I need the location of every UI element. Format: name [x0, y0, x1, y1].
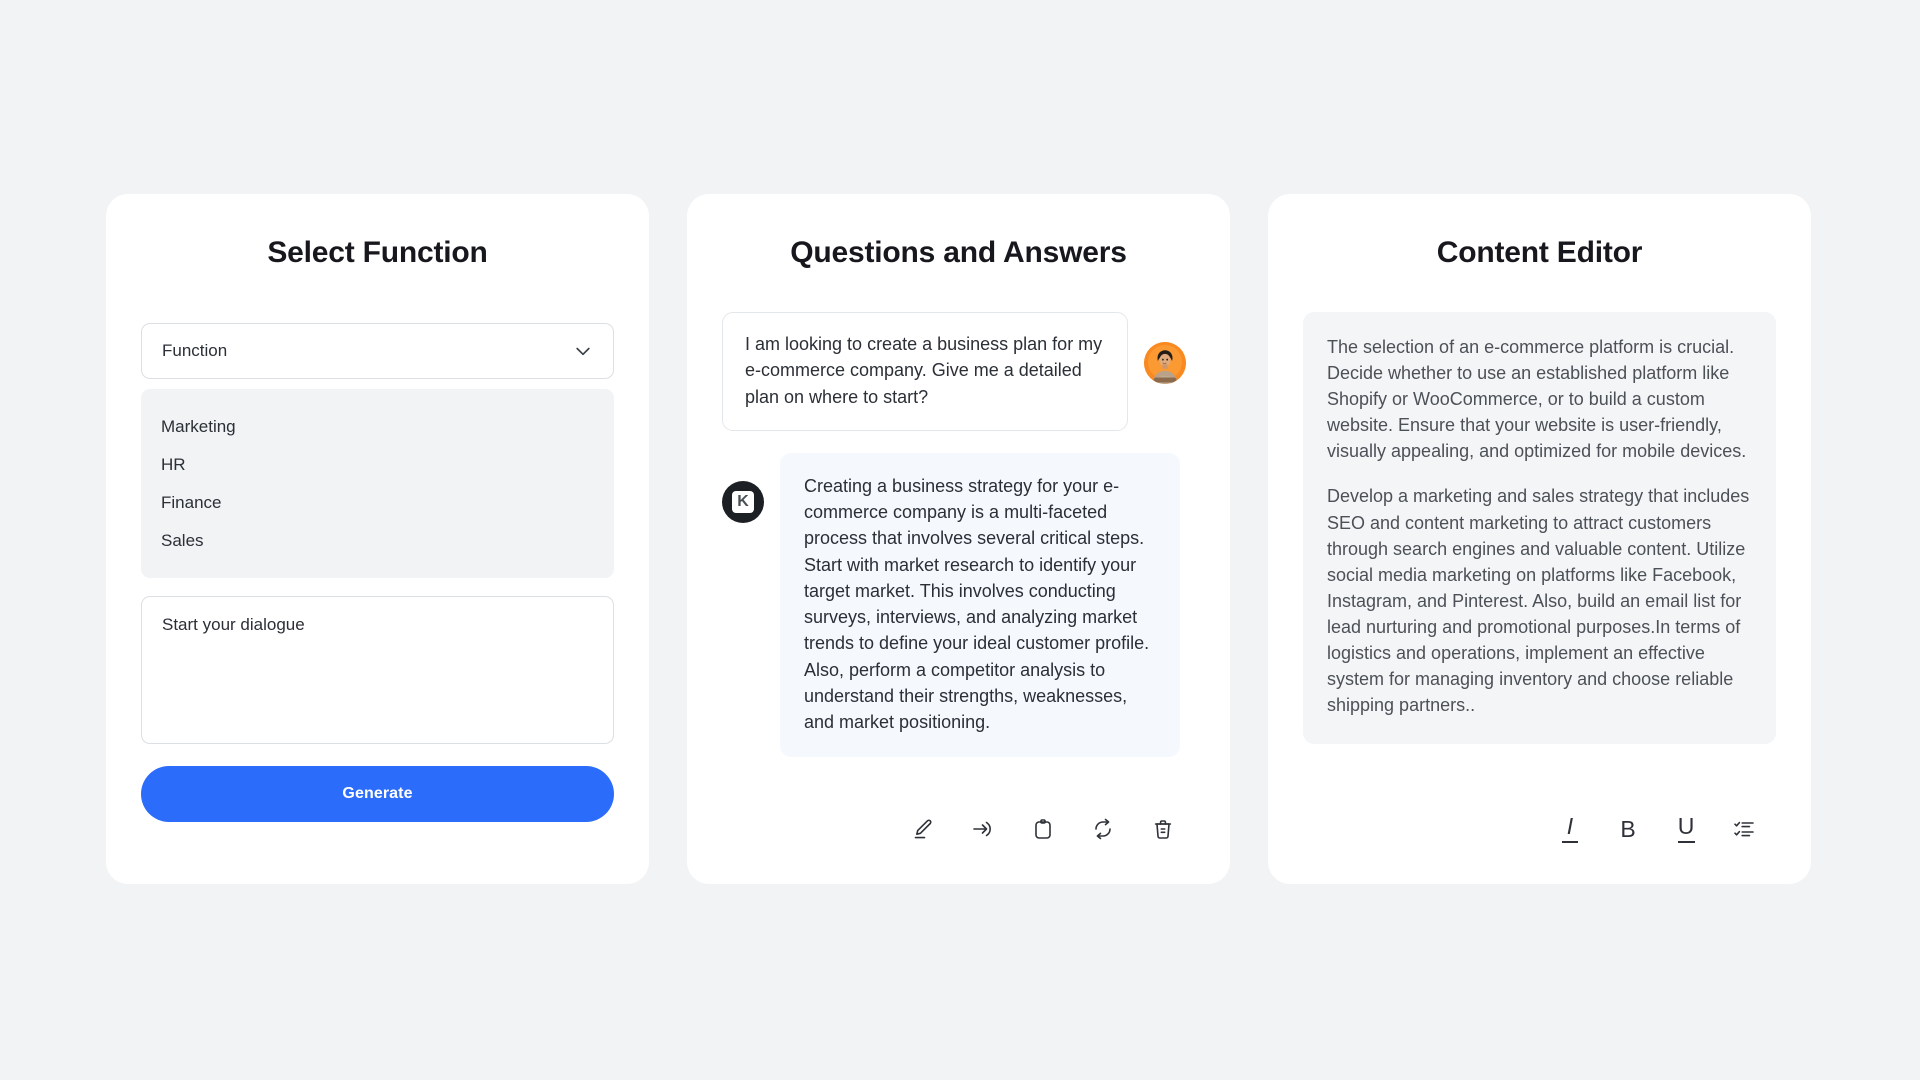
copy-icon: [1031, 817, 1055, 841]
message-assistant: K Creating a business strategy for your …: [722, 452, 1195, 758]
questions-and-answers-title: Questions and Answers: [790, 236, 1127, 269]
copy-icon-button[interactable]: [1024, 810, 1062, 848]
chevron-down-icon: [573, 341, 593, 361]
edit-icon-button[interactable]: [904, 810, 942, 848]
italic-icon-underline: [1562, 841, 1578, 843]
italic-icon-letter: I: [1566, 813, 1574, 840]
user-avatar: [1144, 342, 1186, 384]
refresh-icon-button[interactable]: [1084, 810, 1122, 848]
function-option-sales[interactable]: Sales: [141, 522, 614, 560]
select-function-title: Select Function: [267, 236, 488, 269]
dialogue-input[interactable]: Start your dialogue: [141, 596, 614, 744]
underline-icon: U: [1677, 813, 1695, 843]
function-options-list: Marketing HR Finance Sales: [141, 389, 614, 578]
bold-icon: B: [1620, 815, 1636, 842]
underline-icon-underline: [1677, 841, 1695, 843]
checklist-icon: [1732, 817, 1756, 841]
brand-badge-icon: K: [722, 480, 764, 523]
editor-format-toolbar: I B U: [1551, 810, 1763, 848]
editor-paragraph: The selection of an e-commerce platform …: [1327, 337, 1747, 462]
app-root: Select Function Function Marketing HR Fi…: [0, 0, 1920, 1080]
dialogue-input-placeholder: Start your dialogue: [162, 615, 305, 634]
assistant-message-bubble: Creating a business strategy for your e-…: [780, 452, 1180, 758]
underline-icon-letter: U: [1677, 813, 1695, 840]
send-icon-button[interactable]: [964, 810, 1002, 848]
function-dropdown-label: Function: [162, 341, 228, 360]
select-function-panel: Select Function Function Marketing HR Fi…: [106, 194, 649, 884]
function-option-hr[interactable]: HR: [141, 446, 614, 484]
edit-icon: [911, 817, 935, 841]
trash-icon: [1151, 817, 1175, 841]
trash-icon-button[interactable]: [1144, 810, 1182, 848]
italic-icon-button[interactable]: I: [1551, 810, 1589, 848]
function-dropdown[interactable]: Function: [141, 323, 614, 379]
refresh-icon: [1091, 817, 1115, 841]
select-function-body: Function Marketing HR Finance Sales Star…: [106, 323, 649, 822]
content-editor-textarea[interactable]: The selection of an e-commerce platform …: [1303, 312, 1776, 745]
italic-icon: I: [1562, 815, 1578, 843]
qa-toolbar: [904, 810, 1182, 848]
send-icon: [971, 817, 995, 841]
generate-button[interactable]: Generate: [141, 766, 614, 822]
checklist-icon-button[interactable]: [1725, 810, 1763, 848]
user-message-bubble: I am looking to create a business plan f…: [722, 312, 1128, 431]
function-option-marketing[interactable]: Marketing: [141, 408, 614, 446]
content-editor-body: The selection of an e-commerce platform …: [1268, 312, 1811, 745]
underline-icon-button[interactable]: U: [1667, 810, 1705, 848]
conversation-thread: I am looking to create a business plan f…: [687, 312, 1230, 758]
content-editor-title: Content Editor: [1436, 236, 1643, 269]
editor-paragraph: Develop a marketing and sales strategy t…: [1327, 486, 1750, 716]
bold-icon-button[interactable]: B: [1609, 810, 1647, 848]
content-editor-panel: Content Editor The selection of an e-com…: [1268, 194, 1811, 884]
message-user: I am looking to create a business plan f…: [722, 312, 1195, 431]
questions-and-answers-panel: Questions and Answers I am looking to cr…: [687, 194, 1230, 884]
function-option-finance[interactable]: Finance: [141, 484, 614, 522]
brand-badge-letter: K: [732, 490, 754, 513]
